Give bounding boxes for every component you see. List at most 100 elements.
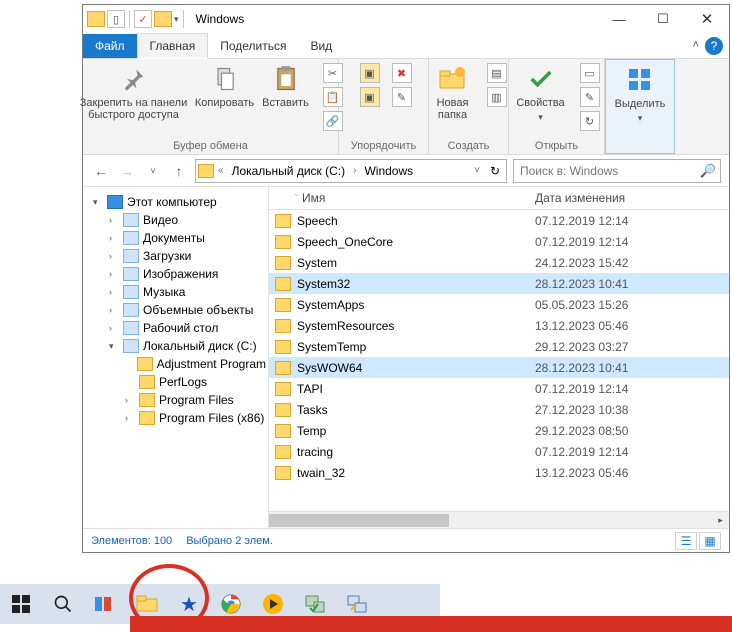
tree-node[interactable]: ›Рабочий стол <box>85 319 266 337</box>
tree-node[interactable]: › Загрузки <box>85 247 266 265</box>
collapse-ribbon-icon[interactable]: ˄ <box>693 39 699 51</box>
table-row[interactable]: System24.12.2023 15:42 <box>269 252 729 273</box>
table-row[interactable]: SystemTemp29.12.2023 03:27 <box>269 336 729 357</box>
table-row[interactable]: TAPI07.12.2019 12:14 <box>269 378 729 399</box>
up-button[interactable]: ↑ <box>169 161 189 181</box>
forward-button[interactable]: → <box>117 161 137 181</box>
tree-node[interactable]: ›Музыка <box>85 283 266 301</box>
scroll-thumb[interactable] <box>269 514 449 527</box>
close-button[interactable]: ✕ <box>685 5 729 33</box>
open-icon[interactable]: ▭ <box>580 63 600 83</box>
chevron-icon[interactable]: › <box>351 165 358 176</box>
qat-item[interactable]: ▯ <box>107 10 125 28</box>
table-row[interactable]: twain_3213.12.2023 05:46 <box>269 462 729 483</box>
tree-node[interactable]: ›Program Files <box>85 391 266 409</box>
tab-share[interactable]: Поделиться <box>208 34 298 58</box>
toggle-icon[interactable]: ▾ <box>93 197 103 208</box>
tree-node[interactable]: › Видео <box>85 211 266 229</box>
pin-button[interactable]: Закрепить на панели быстрого доступа <box>79 63 189 121</box>
tab-view[interactable]: Вид <box>298 34 344 58</box>
tree-label: Загрузки <box>143 249 191 263</box>
paste-icon <box>270 63 302 95</box>
table-row[interactable]: Temp29.12.2023 08:50 <box>269 420 729 441</box>
crumb-disk[interactable]: Локальный диск (C:) <box>228 164 350 178</box>
move-to-icon[interactable]: ▣ <box>360 63 380 83</box>
toggle-icon[interactable]: › <box>109 233 119 243</box>
table-row[interactable]: tracing07.12.2019 12:14 <box>269 441 729 462</box>
toggle-icon[interactable]: ▾ <box>109 341 119 352</box>
tab-home[interactable]: Главная <box>137 33 209 59</box>
tree-label: Изображения <box>143 267 218 281</box>
maximize-button[interactable]: ☐ <box>641 5 685 33</box>
table-row[interactable]: SystemResources13.12.2023 05:46 <box>269 315 729 336</box>
col-name[interactable]: ˇ Имя <box>275 191 535 205</box>
aimp-icon[interactable] <box>258 589 288 619</box>
toggle-icon[interactable]: › <box>109 305 119 315</box>
crumb-windows[interactable]: Windows <box>360 164 417 178</box>
column-headers[interactable]: ˇ Имя Дата изменения <box>269 187 729 210</box>
easy-access-icon[interactable]: ▥ <box>487 87 507 107</box>
minimize-button[interactable]: — <box>597 5 641 33</box>
tree-label: Видео <box>143 213 178 227</box>
table-row[interactable]: Speech_OneCore07.12.2019 12:14 <box>269 231 729 252</box>
new-item-icon[interactable]: ▤ <box>487 63 507 83</box>
delete-icon[interactable]: ✖ <box>392 63 412 83</box>
recent-dropdown[interactable]: ˅ <box>143 161 163 181</box>
tree-node[interactable]: ›Документы <box>85 229 266 247</box>
horizontal-scrollbar[interactable]: ◂ ▸ <box>269 511 729 528</box>
file-list: ˇ Имя Дата изменения Speech07.12.2019 12… <box>269 187 729 528</box>
table-row[interactable]: SystemApps05.05.2023 15:26 <box>269 294 729 315</box>
qat-check-icon[interactable]: ✓ <box>134 10 152 28</box>
tree-node[interactable]: ›Объемные объекты <box>85 301 266 319</box>
select-button[interactable]: Выделить ▾ <box>612 64 668 124</box>
app-icon-2[interactable] <box>300 589 330 619</box>
toggle-icon[interactable]: › <box>109 251 119 261</box>
toggle-icon[interactable]: › <box>109 287 119 297</box>
tree-node[interactable]: › Изображения <box>85 265 266 283</box>
chevron-icon[interactable]: « <box>216 165 226 176</box>
tab-file[interactable]: Файл <box>83 34 137 58</box>
edit-icon[interactable]: ✎ <box>580 87 600 107</box>
nav-tree[interactable]: ▾Этот компьютер›Видео›Документы›Загрузки… <box>83 187 269 528</box>
toggle-icon[interactable]: › <box>125 395 135 405</box>
copy-to-icon[interactable]: ▣ <box>360 87 380 107</box>
paste-button[interactable]: Вставить <box>261 63 311 109</box>
search-field[interactable] <box>518 163 700 179</box>
refresh-icon[interactable]: ↻ <box>486 164 504 178</box>
table-row[interactable]: System3228.12.2023 10:41 <box>269 273 729 294</box>
titlebar[interactable]: ▯ ✓ ▾ Windows — ☐ ✕ <box>83 5 729 33</box>
search-input[interactable]: 🔍 <box>513 159 721 183</box>
table-row[interactable]: SysWOW6428.12.2023 10:41 <box>269 357 729 378</box>
start-button[interactable] <box>6 589 36 619</box>
tree-node[interactable]: PerfLogs <box>85 373 266 391</box>
history-icon[interactable]: ↻ <box>580 111 600 131</box>
toggle-icon[interactable]: › <box>109 269 119 279</box>
toggle-icon[interactable]: › <box>109 215 119 225</box>
details-view-icon[interactable]: ☰ <box>675 532 697 550</box>
breadcrumb[interactable]: « Локальный диск (C:) › Windows ˅ ↻ <box>195 159 507 183</box>
tree-icon <box>139 411 155 425</box>
properties-button[interactable]: Свойства ▾ <box>514 63 568 123</box>
chrome-icon[interactable] <box>216 589 246 619</box>
col-modified[interactable]: Дата изменения <box>535 191 625 205</box>
tree-node[interactable]: ›Program Files (x86) <box>85 409 266 427</box>
help-icon[interactable]: ? <box>705 37 723 55</box>
back-button[interactable]: ← <box>91 161 111 181</box>
toggle-icon[interactable]: › <box>109 323 119 333</box>
file-date: 07.12.2019 12:14 <box>535 382 628 396</box>
table-row[interactable]: Speech07.12.2019 12:14 <box>269 210 729 231</box>
tree-node[interactable]: ▾Локальный диск (C:) <box>85 337 266 355</box>
table-row[interactable]: Tasks27.12.2023 10:38 <box>269 399 729 420</box>
app-icon-3[interactable] <box>342 589 372 619</box>
scroll-right-icon[interactable]: ▸ <box>712 512 729 528</box>
copy-button[interactable]: Копировать <box>197 63 253 109</box>
task-view-button[interactable] <box>90 589 120 619</box>
icons-view-icon[interactable]: ▦ <box>699 532 721 550</box>
toggle-icon[interactable]: › <box>125 413 135 423</box>
search-button[interactable] <box>48 589 78 619</box>
new-folder-button[interactable]: Новая папка <box>431 63 475 121</box>
tree-node[interactable]: ▾Этот компьютер <box>85 193 266 211</box>
rename-icon[interactable]: ✎ <box>392 87 412 107</box>
tree-node[interactable]: Adjustment Program <box>85 355 266 373</box>
dropdown-icon[interactable]: ˅ <box>472 165 482 176</box>
